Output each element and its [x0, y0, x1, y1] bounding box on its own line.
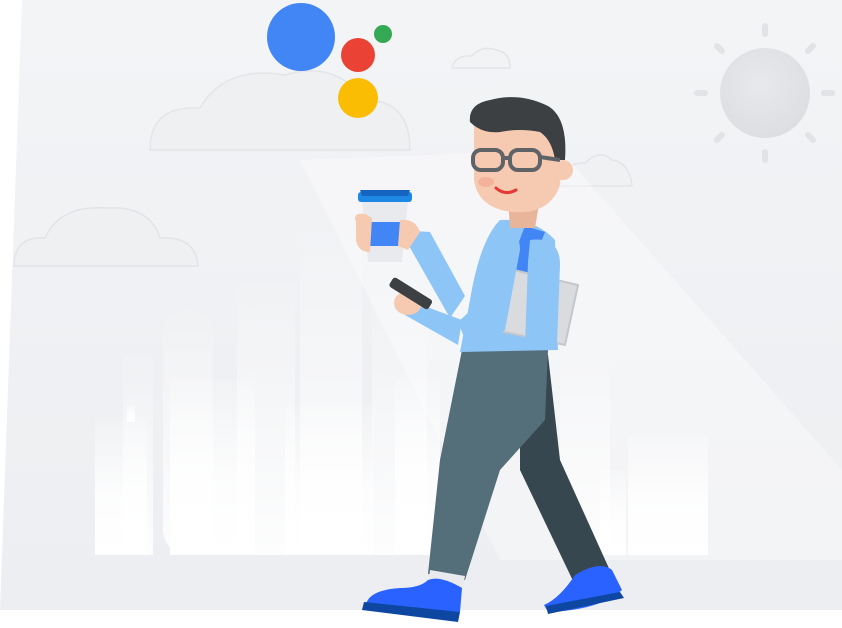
- illustration-scene: [0, 0, 842, 628]
- right-arm: [525, 239, 560, 345]
- illustration-svg: [0, 0, 842, 628]
